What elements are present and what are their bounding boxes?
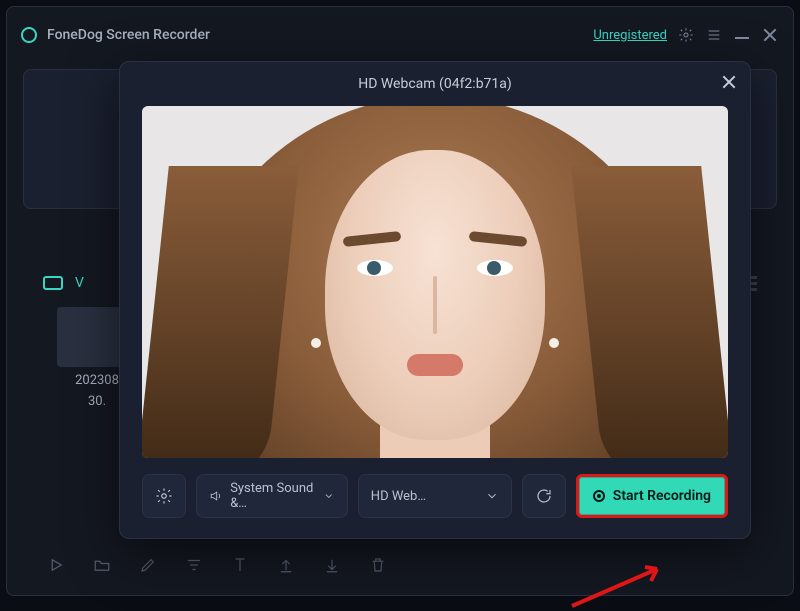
edit-icon[interactable]: [139, 556, 157, 574]
speaker-icon: [209, 488, 222, 504]
webcam-modal: HD Webcam (04f2:b71a) System Sound &…: [119, 61, 751, 539]
modal-close-button[interactable]: [722, 75, 736, 89]
modal-controls: System Sound &… HD Web… Start Recording: [120, 458, 750, 518]
file-name-line2: 30.: [88, 394, 106, 409]
annotation-arrow: [567, 561, 667, 601]
refresh-icon: [535, 487, 553, 505]
download-icon[interactable]: [323, 556, 341, 574]
chevron-down-icon: [485, 489, 499, 503]
close-button[interactable]: [761, 26, 779, 44]
settings-gear-icon[interactable]: [677, 26, 695, 44]
start-recording-button[interactable]: Start Recording: [576, 474, 728, 518]
video-tab-icon[interactable]: [43, 276, 63, 290]
record-icon: [593, 490, 605, 502]
trash-icon[interactable]: [369, 556, 387, 574]
video-tab-label[interactable]: V: [75, 275, 84, 291]
minimize-button[interactable]: [733, 26, 751, 44]
play-icon[interactable]: [47, 556, 65, 574]
text-icon[interactable]: [231, 556, 249, 574]
folder-icon[interactable]: [93, 556, 111, 574]
file-name-line1: 202308: [75, 373, 119, 388]
camera-source-dropdown[interactable]: HD Web…: [358, 474, 512, 518]
refresh-button[interactable]: [522, 474, 566, 518]
app-title: FoneDog Screen Recorder: [47, 27, 210, 43]
camera-source-label: HD Web…: [371, 489, 426, 504]
modal-title: HD Webcam (04f2:b71a): [358, 76, 512, 92]
audio-source-label: System Sound &…: [230, 481, 315, 511]
titlebar: FoneDog Screen Recorder Unregistered: [7, 7, 793, 63]
chevron-down-icon: [323, 489, 335, 503]
filter-icon[interactable]: [185, 556, 203, 574]
start-recording-label: Start Recording: [613, 488, 711, 504]
unregistered-link[interactable]: Unregistered: [593, 28, 667, 43]
app-logo-icon: [21, 27, 37, 43]
upload-icon[interactable]: [277, 556, 295, 574]
audio-source-dropdown[interactable]: System Sound &…: [196, 474, 348, 518]
menu-icon[interactable]: [705, 26, 723, 44]
footer-toolbar: [47, 553, 387, 577]
webcam-preview: [142, 106, 728, 458]
modal-title-bar: HD Webcam (04f2:b71a): [120, 62, 750, 106]
app-window: FoneDog Screen Recorder Unregistered Vid…: [6, 6, 794, 596]
recorder-settings-button[interactable]: [142, 474, 186, 518]
